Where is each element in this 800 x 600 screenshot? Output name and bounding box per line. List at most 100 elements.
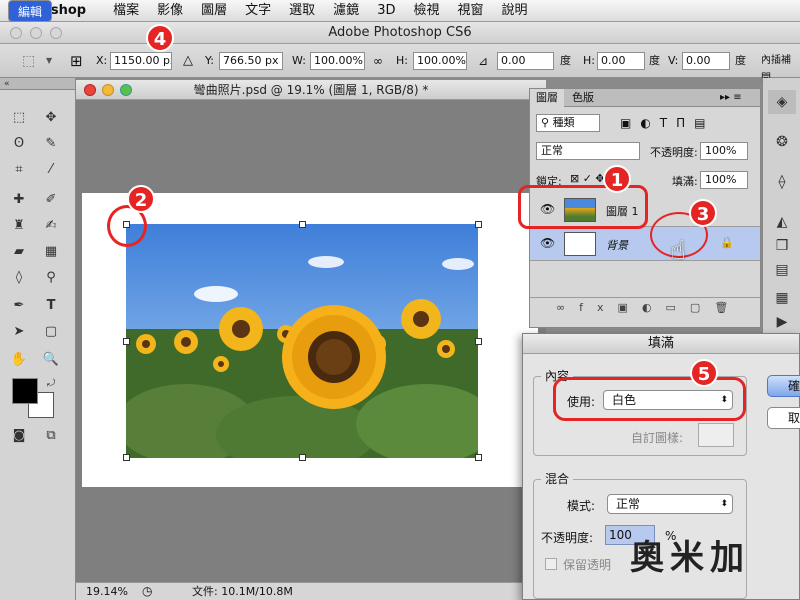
x-position-field[interactable]: 1150.00 px [110,52,172,70]
zoom-window-button[interactable] [50,27,62,39]
tools-panel-collapse-icon[interactable]: « [0,78,75,90]
height-field[interactable]: 100.00% [413,52,467,70]
clone-stamp-tool-icon[interactable]: ♜ [8,216,30,236]
layer-row-background[interactable]: 👁 背景 🔒 [530,227,760,261]
layer-name[interactable]: 背景 [606,237,628,253]
document-close-button[interactable] [84,84,96,96]
zoom-level[interactable]: 19.14% [86,583,128,600]
opacity-label: 不透明度: [541,531,594,545]
transform-handle[interactable] [299,454,306,461]
transform-handle[interactable] [475,454,482,461]
transform-handle[interactable] [123,454,130,461]
sunflower-photo-image [126,224,478,458]
reference-point-icon[interactable]: ⊞ [70,52,83,70]
crop-tool-icon[interactable]: ⌗ [8,160,30,180]
screen-mode-icon[interactable]: ⧉ [40,426,62,446]
custom-pattern-picker[interactable] [698,423,734,447]
layer-actions-bar[interactable]: ∞fx▣◐▭▢🗑 [530,297,760,317]
transform-handle[interactable] [123,338,130,345]
v-skew-field[interactable]: 0.00 [682,52,730,70]
fill-field[interactable]: 100% [700,171,748,189]
properties-panel-icon[interactable]: ▤ [768,258,796,282]
menu-filter[interactable]: 濾鏡 [324,0,368,22]
menu-3d[interactable]: 3D [368,0,404,22]
transform-handle[interactable] [475,338,482,345]
layers-panel-icon[interactable]: ◈ [768,90,796,114]
shape-tool-icon[interactable]: ▢ [40,322,62,342]
blend-mode-select[interactable]: 正常 [536,142,640,160]
opacity-field[interactable]: 100% [700,142,748,160]
blur-tool-icon[interactable]: ◊ [8,268,30,288]
marquee-tool-icon[interactable]: ⬚ [8,108,30,128]
menu-file[interactable]: 檔案 [104,0,148,22]
path-select-tool-icon[interactable]: ➤ [8,322,30,342]
paths-panel-icon[interactable]: ⟠ [768,170,796,194]
y-position-field[interactable]: 766.50 px [219,52,283,70]
eye-icon[interactable]: 👁 [540,236,555,250]
h-label: H: [396,54,408,67]
play-icon[interactable]: ▶ [768,310,796,334]
swatches-panel-icon[interactable]: ▦ [768,286,796,310]
transform-handle[interactable] [475,221,482,228]
eraser-tool-icon[interactable]: ▰ [8,242,30,262]
filter-icons[interactable]: ▣◐TΠ▤ [620,116,715,130]
h-skew-label: H: [583,54,595,67]
close-window-button[interactable] [10,27,22,39]
menu-edit[interactable]: 編輯 [8,0,53,22]
degree-unit: 度 [735,54,746,67]
eyedropper-tool-icon[interactable]: ⁄ [40,160,62,180]
menu-image[interactable]: 影像 [148,0,192,22]
document-zoom-button[interactable] [120,84,132,96]
status-menu-icon[interactable]: ◷ [142,583,152,600]
transform-handle[interactable] [299,221,306,228]
mode-label: 模式: [567,499,596,513]
channels-panel-icon[interactable]: ❂ [768,130,796,154]
dodge-tool-icon[interactable]: ⚲ [40,268,62,288]
ok-button[interactable]: 確 [767,375,800,397]
preserve-transparency-checkbox[interactable] [545,558,557,570]
callout-number-3: 3 [689,199,717,227]
menu-select[interactable]: 選取 [280,0,324,22]
3d-cube-icon[interactable]: ❒ [768,234,796,258]
search-icon: ⚲ [541,116,553,129]
type-tool-icon[interactable]: T [40,296,62,316]
menu-help[interactable]: 說明 [493,0,537,22]
document-title-bar: 彎曲照片.psd @ 19.1% (圖層 1, RGB/8) * [76,80,546,100]
tool-preset-chevron-icon[interactable]: ▼ [46,52,52,70]
move-tool-icon[interactable]: ✥ [40,108,62,128]
3d-panel-icon[interactable]: ◭ [768,210,796,234]
menu-layer[interactable]: 圖層 [192,0,236,22]
quick-select-tool-icon[interactable]: ✎ [40,134,62,154]
menu-window[interactable]: 視窗 [448,0,492,22]
menu-type[interactable]: 文字 [236,0,280,22]
document-minimize-button[interactable] [102,84,114,96]
menu-view[interactable]: 檢視 [404,0,448,22]
window-title: Adobe Photoshop CS6 [328,25,472,40]
healing-brush-tool-icon[interactable]: ✚ [8,190,30,210]
pen-tool-icon[interactable]: ✒ [8,296,30,316]
sunflower-photo[interactable] [126,224,478,458]
h-skew-field[interactable]: 0.00 [597,52,645,70]
width-field[interactable]: 100.00% [310,52,365,70]
link-icon[interactable]: ∞ [373,52,383,70]
history-brush-tool-icon[interactable]: ✍ [40,216,62,236]
swap-colors-icon[interactable]: ⤾ [40,374,62,394]
hand-tool-icon[interactable]: ✋ [8,350,30,370]
minimize-window-button[interactable] [30,27,42,39]
transform-tool-icon[interactable]: ⬚ [22,52,35,70]
tab-channels[interactable]: 色版 [566,89,600,107]
brush-tool-icon[interactable]: ✐ [40,190,62,210]
foreground-color-swatch[interactable] [12,378,38,404]
gradient-tool-icon[interactable]: ▦ [40,242,62,262]
zoom-tool-icon[interactable]: 🔍 [40,350,62,370]
lasso-tool-icon[interactable]: ʘ [8,134,30,154]
rotate-angle-field[interactable]: 0.00 [497,52,554,70]
mode-select[interactable]: 正常 ⬍ [607,494,733,514]
quick-mask-icon[interactable]: ◙ [8,426,30,446]
layer-filter-select[interactable]: ⚲ 種類 [536,114,600,132]
tab-layers[interactable]: 圖層 [530,89,564,107]
panel-menu-icon[interactable]: ▸▸ ≡ [714,89,748,107]
delta-icon[interactable]: △ [183,52,193,70]
fill-label: 填滿: [672,175,698,188]
cancel-button[interactable]: 取 [767,407,800,429]
